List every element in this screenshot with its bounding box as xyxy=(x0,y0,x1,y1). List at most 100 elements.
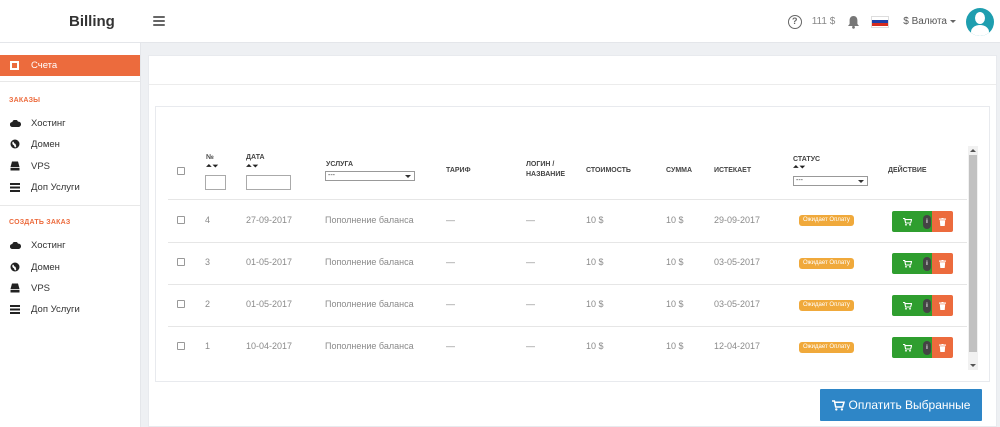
sidebar-item-vps[interactable]: VPS xyxy=(9,159,50,173)
row-checkbox[interactable] xyxy=(177,258,185,266)
delete-row-button[interactable] xyxy=(932,211,953,232)
sidebar-item-invoices[interactable]: Счета xyxy=(0,55,140,76)
row-checkbox[interactable] xyxy=(177,216,185,224)
sidebar-item-label: Хостинг xyxy=(31,117,66,129)
brand-logo[interactable]: Billing xyxy=(69,13,115,30)
info-row-button[interactable]: i xyxy=(922,337,932,358)
trash-icon xyxy=(939,301,946,310)
column-header-expires: ИСТЕКАЕТ xyxy=(714,167,752,174)
sort-status-icon[interactable]: ⏶⏷ xyxy=(793,164,806,172)
russia-flag-icon[interactable] xyxy=(871,15,890,28)
scroll-down-icon[interactable] xyxy=(970,364,976,367)
pay-row-button[interactable] xyxy=(892,211,922,232)
row-sum: 10 $ xyxy=(666,341,684,351)
chevron-down-icon xyxy=(405,175,411,178)
trash-icon xyxy=(939,217,946,226)
info-row-button[interactable]: i xyxy=(922,253,932,274)
row-number: 1 xyxy=(205,341,211,351)
row-divider xyxy=(168,284,967,285)
row-service: Пополнение баланса xyxy=(325,299,414,309)
sort-number-icon[interactable]: ⏶⏷ xyxy=(206,163,219,171)
sidebar-item-label: Домен xyxy=(31,261,60,273)
row-number: 3 xyxy=(205,257,211,267)
row-actions: i xyxy=(892,295,953,316)
top-header: Billing ? 111 $ $ Валюта xyxy=(0,0,1000,43)
currency-dropdown[interactable]: $ Валюта xyxy=(903,16,956,27)
sidebar-heading-orders: ЗАКАЗЫ xyxy=(9,97,41,104)
invoice-icon xyxy=(10,61,19,70)
column-header-tariff: ТАРИФ xyxy=(446,167,471,174)
row-tariff: — xyxy=(446,257,455,267)
server-icon xyxy=(9,161,21,171)
date-filter-input[interactable] xyxy=(246,175,291,190)
sidebar-item-label: Доп Услуги xyxy=(31,181,80,193)
status-badge: Ожидает Оплату xyxy=(799,342,854,353)
number-filter-input[interactable] xyxy=(205,175,226,190)
header-toolbar: ? 111 $ $ Валюта xyxy=(787,0,994,43)
row-expires: 12-04-2017 xyxy=(714,341,761,351)
menu-icon[interactable] xyxy=(153,16,165,26)
cart-icon xyxy=(902,343,912,352)
column-header-service: УСЛУГА xyxy=(326,161,354,168)
scroll-up-icon[interactable] xyxy=(970,149,976,152)
sidebar-item-label: VPS xyxy=(31,282,51,294)
column-header-sum: СУММА xyxy=(666,167,693,174)
pay-selected-button[interactable]: Оплатить Выбранные xyxy=(820,389,982,421)
avatar[interactable] xyxy=(966,7,994,36)
trash-icon xyxy=(939,343,946,352)
row-checkbox[interactable] xyxy=(177,300,185,308)
sidebar-item-domain[interactable]: Домен xyxy=(9,137,60,151)
row-actions: i xyxy=(892,337,953,358)
table-scrollbar[interactable] xyxy=(968,146,978,370)
bell-icon[interactable] xyxy=(847,15,860,29)
column-header-action: ДЕЙСТВИЕ xyxy=(888,167,927,174)
sidebar-divider xyxy=(0,81,140,82)
status-badge: Ожидает Оплату xyxy=(799,215,854,226)
row-checkbox[interactable] xyxy=(177,342,185,350)
globe-icon xyxy=(9,139,21,149)
sidebar-item-label: Счета xyxy=(31,60,58,71)
row-divider xyxy=(168,326,967,327)
delete-row-button[interactable] xyxy=(932,253,953,274)
service-filter-value: --- xyxy=(328,172,335,179)
delete-row-button[interactable] xyxy=(932,295,953,316)
row-tariff: — xyxy=(446,299,455,309)
info-row-button[interactable]: i xyxy=(922,295,932,316)
row-date: 10-04-2017 xyxy=(246,341,293,351)
row-sum: 10 $ xyxy=(666,257,684,267)
sort-date-icon[interactable]: ⏶⏷ xyxy=(246,163,259,171)
pay-row-button[interactable] xyxy=(892,295,922,316)
balance-display: 111 $ xyxy=(811,16,836,27)
row-sum: 10 $ xyxy=(666,215,684,225)
row-date: 01-05-2017 xyxy=(246,257,293,267)
select-all-checkbox[interactable] xyxy=(177,167,185,175)
sidebar-item-extra-services[interactable]: Доп Услуги xyxy=(9,180,80,194)
list-icon xyxy=(9,182,21,192)
row-cost: 10 $ xyxy=(586,215,604,225)
pay-row-button[interactable] xyxy=(892,253,922,274)
row-cost: 10 $ xyxy=(586,299,604,309)
sidebar-item-hosting[interactable]: Хостинг xyxy=(9,116,66,130)
sidebar-item-label: VPS xyxy=(31,160,51,172)
sidebar-item-create-domain[interactable]: Домен xyxy=(9,260,60,274)
cloud-icon xyxy=(9,241,21,249)
sidebar-item-create-extra-services[interactable]: Доп Услуги xyxy=(9,302,80,316)
status-badge: Ожидает Оплату xyxy=(799,258,854,269)
cart-icon xyxy=(831,399,845,411)
info-row-button[interactable]: i xyxy=(922,211,932,232)
service-filter-select[interactable]: --- xyxy=(325,171,415,181)
cart-icon xyxy=(902,301,912,310)
column-header-login-line1: ЛОГИН / xyxy=(526,161,555,168)
row-number: 4 xyxy=(205,215,211,225)
sidebar-item-create-hosting[interactable]: Хостинг xyxy=(9,238,66,252)
status-filter-select[interactable]: --- xyxy=(793,176,868,186)
pay-row-button[interactable] xyxy=(892,337,922,358)
cart-icon xyxy=(902,259,912,268)
row-actions: i xyxy=(892,211,953,232)
delete-row-button[interactable] xyxy=(932,337,953,358)
scrollbar-thumb[interactable] xyxy=(969,155,977,352)
trash-icon xyxy=(939,259,946,268)
sidebar-item-create-vps[interactable]: VPS xyxy=(9,281,50,295)
info-icon: i xyxy=(923,214,931,229)
help-icon[interactable]: ? xyxy=(787,14,802,29)
